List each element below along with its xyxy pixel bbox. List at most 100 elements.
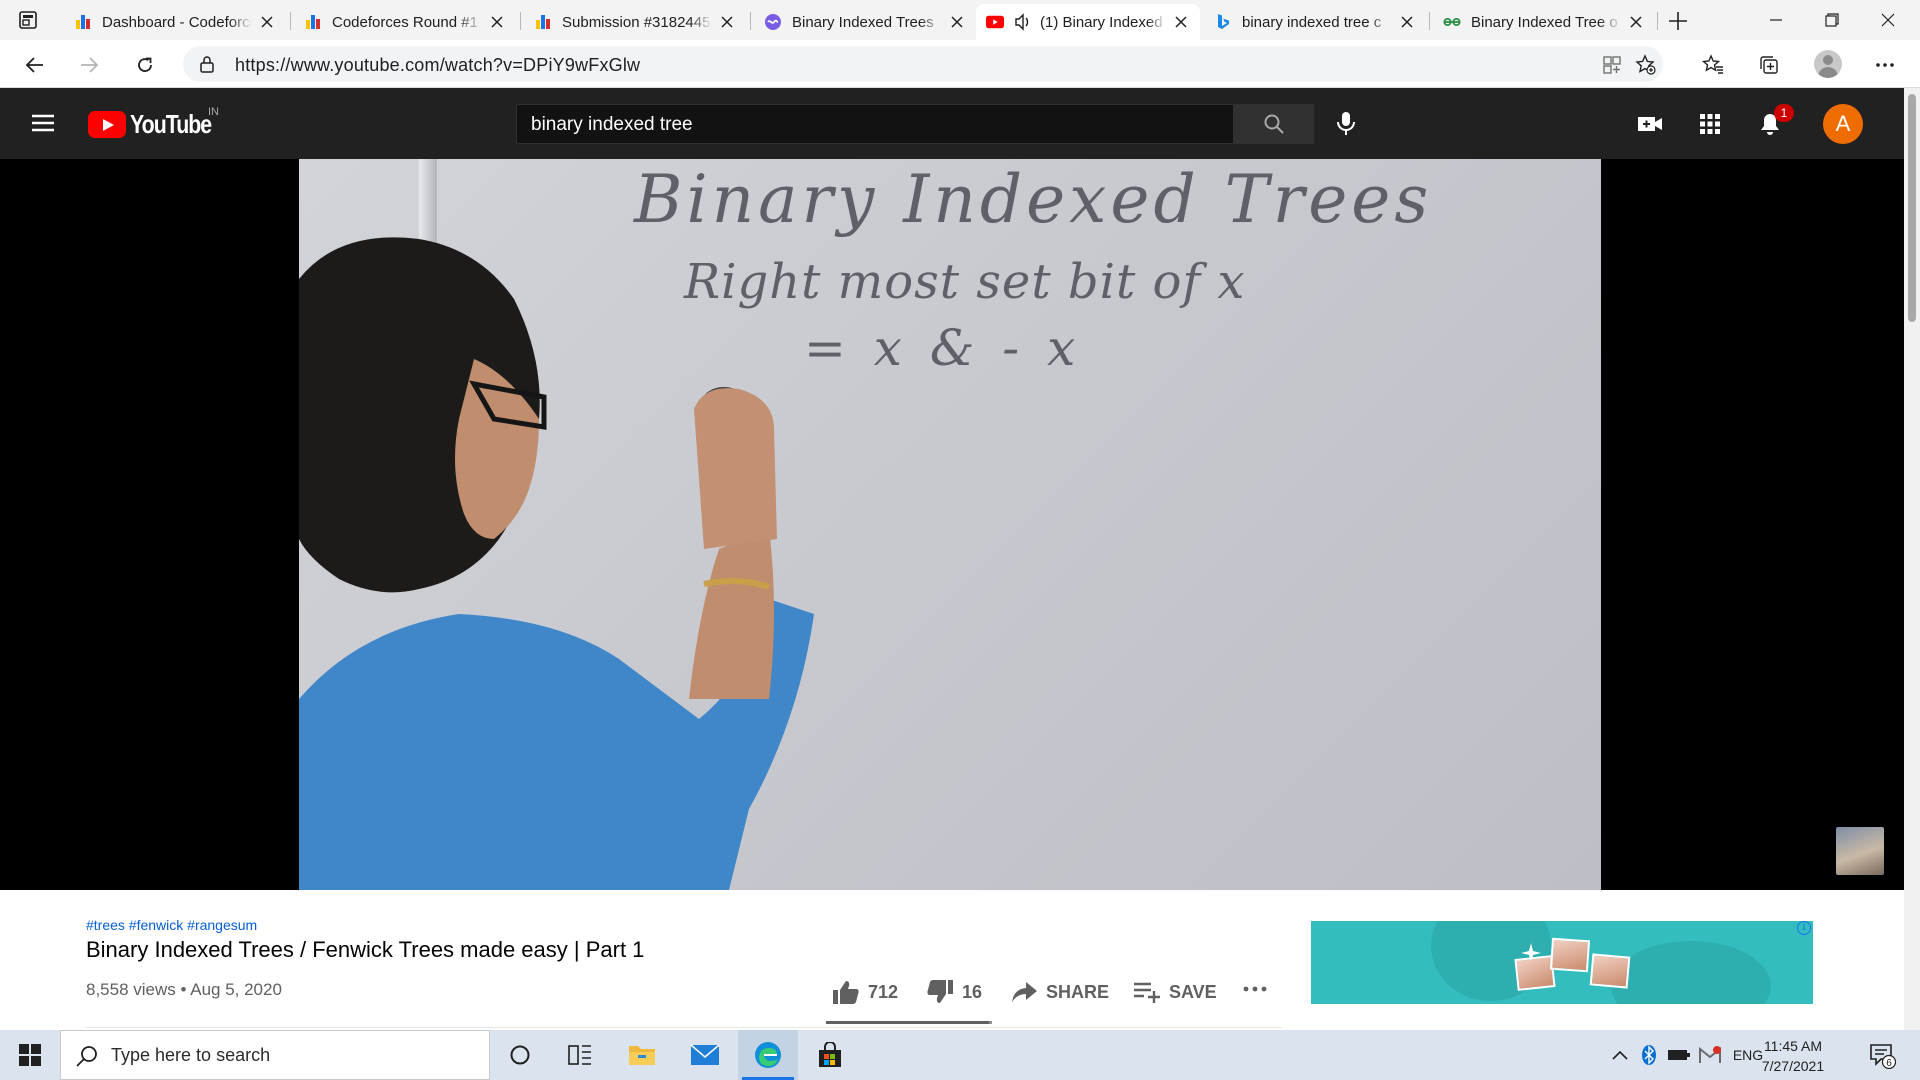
create-video-button[interactable] — [1634, 108, 1666, 140]
channel-watermark[interactable] — [1836, 827, 1884, 875]
close-icon[interactable] — [1398, 13, 1416, 31]
video-frame[interactable]: Binary Indexed Trees Right most set bit … — [299, 159, 1601, 890]
hamburger-menu-icon[interactable] — [30, 110, 56, 136]
search-query[interactable]: binary indexed tree — [531, 114, 693, 136]
voice-search-button[interactable] — [1328, 106, 1364, 142]
tab-separator — [1657, 12, 1658, 30]
close-window-button[interactable] — [1860, 0, 1916, 40]
close-icon[interactable] — [258, 13, 276, 31]
ad-photo — [1589, 953, 1631, 989]
lock-icon[interactable] — [197, 54, 217, 74]
task-view-button[interactable] — [550, 1030, 610, 1080]
close-icon[interactable] — [488, 13, 506, 31]
tab-separator — [750, 12, 751, 30]
chevron-up-icon — [1612, 1050, 1628, 1060]
back-button[interactable] — [18, 48, 52, 82]
browser-profile-avatar[interactable] — [1814, 50, 1842, 78]
dislike-button[interactable]: 16 — [926, 978, 982, 1006]
cortana-button[interactable] — [490, 1030, 550, 1080]
edge-browser-icon — [755, 1042, 781, 1068]
video-hashtags[interactable]: #trees #fenwick #rangesum — [86, 917, 257, 933]
battery-icon — [1668, 1050, 1690, 1060]
save-button[interactable]: SAVE — [1133, 978, 1217, 1006]
refresh-button[interactable] — [128, 48, 162, 82]
thumbs-up-icon — [832, 978, 860, 1006]
youtube-play-logo-icon — [88, 110, 126, 138]
settings-more-button[interactable] — [1868, 48, 1902, 82]
video-camera-plus-icon — [1638, 117, 1662, 131]
tab-youtube-active[interactable]: (1) Binary Indexed — [976, 4, 1200, 40]
new-tab-button[interactable] — [1665, 8, 1691, 34]
apps-button[interactable] — [1694, 108, 1726, 140]
action-center-button[interactable]: 6 — [1862, 1030, 1902, 1080]
tab-bing-search[interactable]: binary indexed tree c — [1204, 4, 1426, 40]
like-ratio-fill — [826, 1021, 989, 1024]
microphone-icon — [1337, 112, 1355, 135]
tab-title: Dashboard - Codeforces — [102, 13, 252, 31]
more-actions-button[interactable] — [1243, 986, 1267, 992]
tab-title: Submission #3182445 — [562, 13, 711, 31]
share-button[interactable]: SHARE — [1010, 978, 1109, 1006]
more-horizontal-icon — [1876, 63, 1894, 67]
windows-logo-icon — [19, 1044, 41, 1066]
youtube-search-input[interactable]: binary indexed tree — [516, 104, 1234, 144]
battery-tray-icon[interactable] — [1664, 1030, 1694, 1080]
account-avatar[interactable]: A — [1823, 104, 1863, 144]
bing-icon — [1214, 13, 1232, 31]
network-icon — [1699, 1046, 1721, 1063]
tab-separator — [290, 12, 291, 30]
bluetooth-tray-icon[interactable] — [1636, 1030, 1662, 1080]
url-text[interactable]: https://www.youtube.com/watch?v=DPiY9wFx… — [235, 55, 640, 76]
collections-button[interactable] — [1752, 48, 1786, 82]
close-icon[interactable] — [718, 13, 736, 31]
tab-codeforces-round[interactable]: Codeforces Round #1 — [294, 4, 516, 40]
edge-browser-button[interactable] — [738, 1030, 798, 1080]
favorites-button[interactable] — [1696, 48, 1730, 82]
advertisement-banner[interactable] — [1311, 921, 1813, 1004]
scrollbar-thumb[interactable] — [1908, 94, 1916, 322]
country-code: IN — [208, 106, 219, 118]
network-tray-icon[interactable] — [1696, 1030, 1724, 1080]
ad-photo — [1514, 955, 1556, 991]
tab-geeksforgeeks[interactable]: Binary Indexed Tree o — [1433, 4, 1655, 40]
tab-actions-icon[interactable] — [18, 10, 38, 30]
file-explorer-button[interactable] — [612, 1030, 672, 1080]
show-hidden-icons-button[interactable] — [1606, 1030, 1634, 1080]
favorites-icon — [1702, 54, 1723, 74]
close-icon[interactable] — [948, 13, 966, 31]
restore-button[interactable] — [1804, 0, 1860, 40]
forward-button[interactable] — [72, 48, 106, 82]
minimize-button[interactable] — [1748, 0, 1804, 40]
ad-info-icon[interactable]: i — [1797, 921, 1811, 935]
ad-photo — [1549, 937, 1591, 973]
page-scrollbar[interactable] — [1904, 88, 1920, 1030]
close-icon[interactable] — [1172, 13, 1190, 31]
task-view-icon — [568, 1045, 591, 1065]
playlist-add-icon — [1133, 978, 1161, 1006]
taskbar-search-placeholder[interactable]: Type here to search — [111, 1045, 270, 1066]
video-player[interactable]: Binary Indexed Trees Right most set bit … — [0, 159, 1904, 890]
codeforces-icon — [304, 13, 322, 31]
clock-date: 7/27/2021 — [1761, 1058, 1825, 1074]
share-arrow-icon — [1010, 978, 1038, 1006]
video-info-section: #trees #fenwick #rangesum Binary Indexed… — [0, 890, 1904, 1030]
tab-separator — [1429, 12, 1430, 30]
address-bar[interactable]: https://www.youtube.com/watch?v=DPiY9wFx… — [183, 46, 1663, 82]
mail-button[interactable] — [675, 1030, 735, 1080]
app-available-icon[interactable] — [1599, 52, 1625, 78]
close-icon[interactable] — [1627, 13, 1645, 31]
folder-icon — [629, 1046, 655, 1065]
speaker-icon[interactable] — [1014, 13, 1032, 31]
search-button[interactable] — [1234, 104, 1314, 144]
like-button[interactable]: 712 — [832, 978, 898, 1006]
like-count: 712 — [868, 981, 899, 1002]
add-favorite-icon[interactable] — [1633, 52, 1659, 78]
start-button[interactable] — [0, 1030, 60, 1080]
taskbar-search-box[interactable]: Type here to search — [60, 1030, 490, 1080]
back-arrow-icon — [25, 57, 43, 73]
microsoft-store-button[interactable] — [800, 1030, 860, 1080]
tab-binary-indexed-trees[interactable]: Binary Indexed Trees — [754, 4, 976, 40]
tab-submission[interactable]: Submission #3182445 — [524, 4, 746, 40]
tab-dashboard-codeforces[interactable]: Dashboard - Codeforces — [64, 4, 286, 40]
system-clock[interactable]: 11:45 AM 7/27/2021 — [1752, 1036, 1834, 1076]
